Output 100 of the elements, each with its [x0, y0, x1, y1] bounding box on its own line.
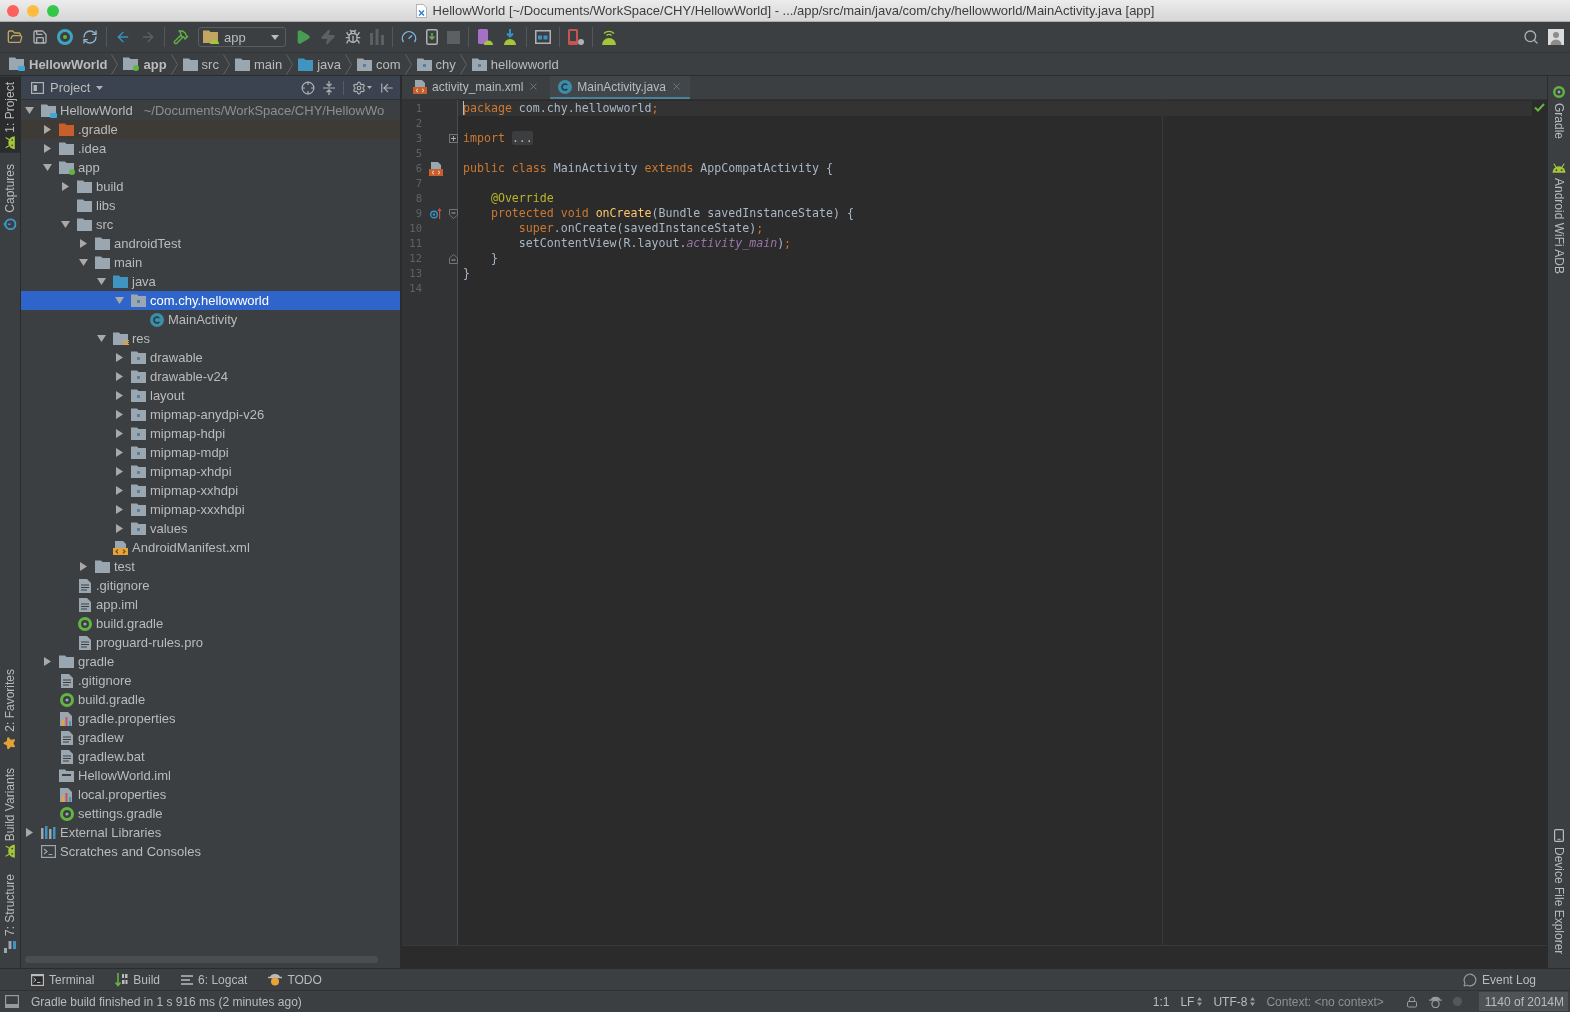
caret-position[interactable]: 1:1	[1152, 994, 1170, 1009]
disclosure-triangle-icon[interactable]	[115, 353, 123, 362]
disclosure-triangle-icon[interactable]	[115, 391, 123, 400]
disclosure-triangle-icon[interactable]	[43, 144, 51, 153]
tree-item[interactable]: local.properties	[21, 785, 400, 804]
disclosure-triangle-icon[interactable]	[115, 486, 123, 495]
tool-window-tab[interactable]: 1: Project	[0, 77, 20, 153]
disclosure-triangle-icon[interactable]	[61, 182, 69, 191]
editor-tab[interactable]: activity_main.xml	[405, 76, 548, 99]
breadcrumb-item[interactable]: src	[182, 53, 219, 75]
hammer-icon[interactable]	[173, 29, 189, 45]
close-window-icon[interactable]	[7, 4, 19, 17]
tree-item[interactable]: build.gradle	[21, 690, 400, 709]
disclosure-triangle-icon[interactable]	[79, 562, 87, 571]
fold-icon[interactable]	[449, 208, 458, 219]
window-grid-icon[interactable]	[535, 30, 551, 44]
updown-caret-icon[interactable]	[1197, 997, 1203, 1006]
tree-item[interactable]: drawable	[21, 348, 400, 367]
tool-window-tab[interactable]: Gradle	[1548, 84, 1570, 142]
disclosure-triangle-icon[interactable]	[96, 278, 106, 285]
disclosure-triangle-icon[interactable]	[24, 107, 34, 114]
search-icon[interactable]	[1523, 29, 1539, 45]
tree-item[interactable]: values	[21, 519, 400, 538]
tree-item[interactable]: mipmap-anydpi-v26	[21, 405, 400, 424]
tree-item[interactable]: settings.gradle	[21, 804, 400, 823]
tree-item[interactable]: test	[21, 557, 400, 576]
tool-window-tab[interactable]: 2: Favorites	[0, 664, 20, 755]
fold-icon[interactable]	[449, 134, 458, 143]
crosshair-icon[interactable]	[301, 80, 315, 95]
event-log-button[interactable]: Event Log	[1462, 972, 1536, 987]
tree-item[interactable]: mipmap-xxxhdpi	[21, 500, 400, 519]
tree-item[interactable]: com.chy.hellowworld	[21, 291, 400, 310]
tool-window-tab[interactable]: Device File Explorer	[1548, 826, 1570, 956]
hat-face-icon[interactable]	[1428, 995, 1442, 1008]
tree-item[interactable]: HellowWorld.iml	[21, 766, 400, 785]
folded-code[interactable]: ...	[511, 131, 533, 145]
save-icon[interactable]	[32, 29, 48, 45]
breadcrumb-item[interactable]: HellowWorld	[9, 53, 108, 75]
gauge-icon[interactable]	[401, 29, 417, 45]
tree-item[interactable]: app.iml	[21, 595, 400, 614]
breadcrumb-item[interactable]: java	[298, 53, 341, 75]
android-download-icon[interactable]	[502, 29, 518, 45]
tree-item[interactable]: main	[21, 253, 400, 272]
refresh-icon[interactable]	[82, 29, 98, 45]
tree-item[interactable]: layout	[21, 386, 400, 405]
override-marker-icon[interactable]	[430, 208, 442, 219]
line-separator-selector[interactable]: LF	[1180, 994, 1203, 1009]
tool-window-tab[interactable]: TODO	[268, 972, 322, 987]
tool-window-tab[interactable]: 7: Structure	[0, 868, 20, 958]
disclosure-triangle-icon[interactable]	[78, 259, 88, 266]
tree-item[interactable]: gradle.properties	[21, 709, 400, 728]
tree-item[interactable]: build.gradle	[21, 614, 400, 633]
tree-item[interactable]: .gitignore	[21, 576, 400, 595]
disclosure-triangle-icon[interactable]	[79, 239, 87, 248]
play-icon[interactable]	[295, 29, 311, 45]
disclosure-triangle-icon[interactable]	[43, 125, 51, 134]
phone-icon[interactable]	[426, 29, 438, 45]
phone-android-icon[interactable]	[477, 29, 493, 45]
tree-item[interactable]: mipmap-xxhdpi	[21, 481, 400, 500]
panel-toggle-icon[interactable]	[5, 995, 19, 1008]
folder-open-icon[interactable]	[7, 29, 23, 45]
disclosure-triangle-icon[interactable]	[115, 410, 123, 419]
editor-tab[interactable]: MainActivity.java	[550, 76, 690, 99]
memory-indicator[interactable]: 1140 of 2014M	[1478, 992, 1568, 1011]
speech-bubble-icon[interactable]	[1462, 972, 1477, 987]
tool-window-tab[interactable]: Captures	[0, 158, 20, 236]
tool-window-tab[interactable]: Build Variants	[0, 762, 20, 861]
tree-item[interactable]: drawable-v24	[21, 367, 400, 386]
breadcrumb-item[interactable]: main	[234, 53, 283, 75]
disclosure-triangle-icon[interactable]	[115, 524, 123, 533]
fold-icon[interactable]	[449, 253, 458, 264]
settings-icon[interactable]	[352, 80, 366, 95]
tree-item[interactable]: .idea	[21, 139, 400, 158]
tree-item[interactable]: build	[21, 177, 400, 196]
tablet-icon[interactable]	[568, 29, 584, 45]
tree-item[interactable]: res	[21, 329, 400, 348]
tree-item[interactable]: .gitignore	[21, 671, 400, 690]
tree-item[interactable]: mipmap-xhdpi	[21, 462, 400, 481]
breadcrumb-item[interactable]: com	[357, 53, 401, 75]
encoding-selector[interactable]: UTF-8	[1213, 994, 1256, 1009]
tree-item[interactable]: app	[21, 158, 400, 177]
tree-item[interactable]: libs	[21, 196, 400, 215]
android-wifi-icon[interactable]	[601, 29, 617, 45]
updown-caret-icon[interactable]	[1250, 997, 1256, 1006]
tree-item[interactable]: .gradle	[21, 120, 400, 139]
user-avatar-icon[interactable]	[1548, 29, 1564, 45]
disclosure-triangle-icon[interactable]	[43, 657, 51, 666]
disclosure-triangle-icon[interactable]	[25, 828, 33, 837]
tree-item[interactable]: External Libraries	[21, 823, 400, 842]
tool-window-tab[interactable]: Build	[115, 972, 161, 987]
tree-item[interactable]: mipmap-mdpi	[21, 443, 400, 462]
disclosure-triangle-icon[interactable]	[96, 335, 106, 342]
tool-window-tab[interactable]: 6: Logcat	[181, 972, 248, 987]
breadcrumb-item[interactable]: hellowworld	[471, 53, 559, 75]
tree-item[interactable]: gradlew	[21, 728, 400, 747]
run-configuration-dropdown[interactable]: app	[198, 27, 286, 47]
bug-icon[interactable]	[345, 29, 361, 45]
tree-item[interactable]: proguard-rules.pro	[21, 633, 400, 652]
tree-item[interactable]: mipmap-hdpi	[21, 424, 400, 443]
disclosure-triangle-icon[interactable]	[60, 221, 70, 228]
